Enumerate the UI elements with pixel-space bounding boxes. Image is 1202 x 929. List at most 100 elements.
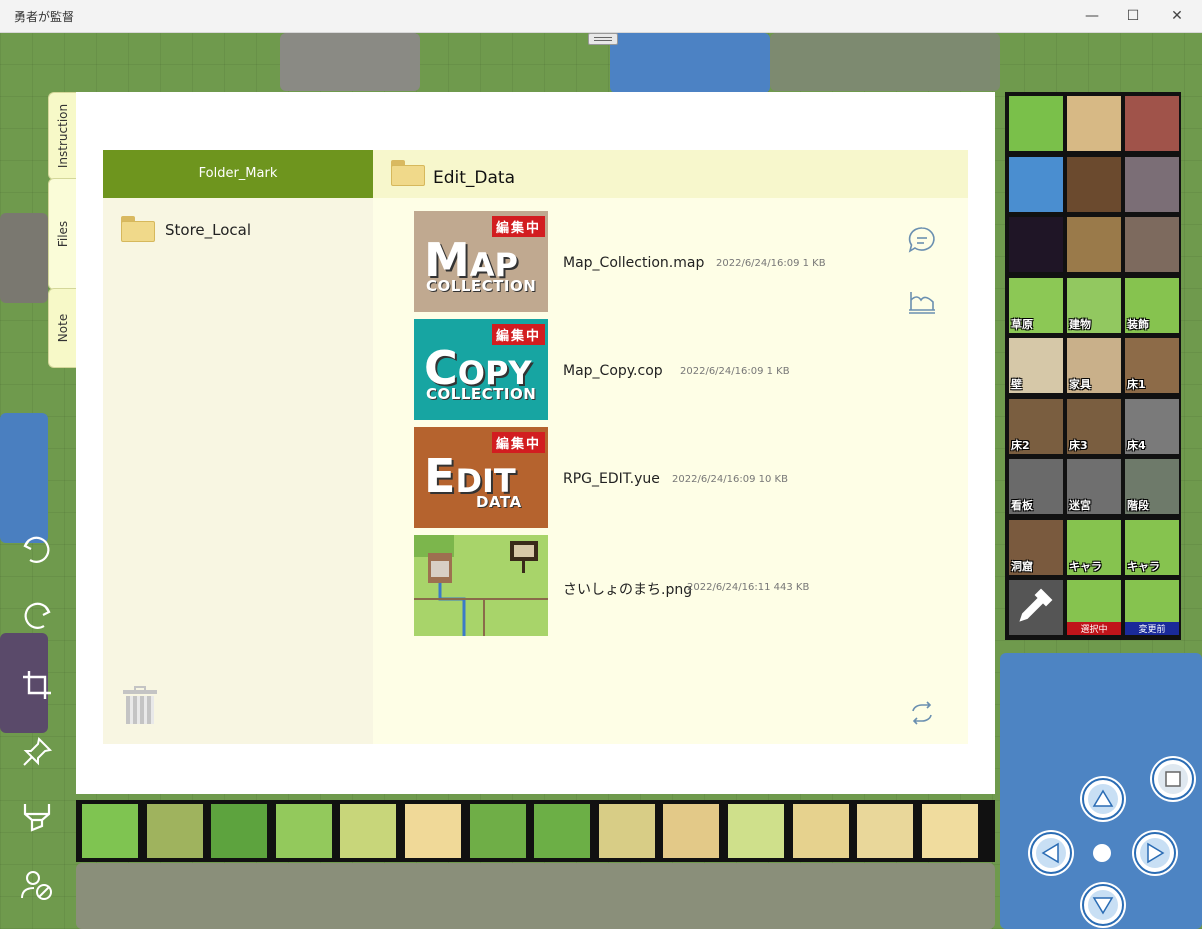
refresh-icon[interactable] bbox=[907, 698, 937, 728]
strip-tile[interactable] bbox=[663, 804, 720, 858]
maximize-button[interactable]: ☐ bbox=[1111, 4, 1155, 28]
strip-tile[interactable] bbox=[792, 804, 849, 858]
palette-tile-label: 洞窟 bbox=[1011, 559, 1033, 573]
pin-icon[interactable] bbox=[20, 735, 54, 769]
center-dot-icon[interactable] bbox=[1093, 844, 1111, 862]
palette-tile[interactable]: 床1 bbox=[1125, 338, 1179, 393]
eyedropper-tool[interactable] bbox=[1009, 580, 1063, 635]
left-arrow-button[interactable] bbox=[1030, 832, 1072, 874]
tab-note[interactable]: Note bbox=[48, 288, 77, 368]
palette-tile[interactable]: キャラ bbox=[1125, 519, 1179, 575]
thumb-subtitle: DATA bbox=[476, 493, 522, 511]
palette-tile[interactable]: 床2 bbox=[1009, 398, 1063, 454]
palette-tile[interactable] bbox=[1067, 156, 1121, 212]
eyedropper-icon bbox=[1019, 588, 1053, 622]
folder-icon bbox=[121, 216, 155, 242]
drag-handle[interactable] bbox=[588, 33, 618, 45]
palette-tile-label: 家具 bbox=[1069, 378, 1091, 391]
palette-tile-label: 階段 bbox=[1127, 499, 1149, 512]
strip-tile[interactable] bbox=[598, 804, 655, 858]
folder-mark-header[interactable]: Folder_Mark bbox=[103, 150, 373, 198]
file-name: Map_Copy.cop bbox=[563, 363, 663, 379]
palette-tile-label: 装飾 bbox=[1127, 317, 1149, 331]
palette-tile[interactable]: 看板 bbox=[1009, 459, 1063, 514]
stop-icon bbox=[1165, 771, 1181, 787]
palette-tile[interactable] bbox=[1125, 96, 1179, 151]
trash-icon[interactable] bbox=[123, 686, 157, 726]
tab-files[interactable]: Files bbox=[48, 178, 77, 290]
palette-tile-label: 床4 bbox=[1127, 438, 1146, 452]
undo-icon[interactable] bbox=[20, 532, 54, 566]
palette-tile-label: 床2 bbox=[1011, 438, 1030, 452]
title-bar: 勇者が監督 — ☐ ✕ bbox=[0, 0, 1202, 33]
close-button[interactable]: ✕ bbox=[1155, 4, 1199, 28]
file-browser-panel: Folder_Mark Store_Local Edit_Data 編集中 MA… bbox=[76, 92, 995, 794]
strip-tile[interactable] bbox=[857, 804, 914, 858]
tab-files-label: Files bbox=[56, 220, 70, 248]
file-meta: 2022/6/24/16:09 1 KB bbox=[680, 366, 790, 377]
user-block-icon[interactable] bbox=[20, 868, 54, 902]
palette-tile[interactable] bbox=[1067, 217, 1121, 272]
palette-tile[interactable]: 草原 bbox=[1009, 277, 1063, 333]
palette-tile[interactable]: 床4 bbox=[1125, 398, 1179, 454]
file-name: さいしょのまち.png bbox=[563, 582, 693, 598]
palette-tile[interactable]: 床3 bbox=[1067, 398, 1121, 454]
strip-tile[interactable] bbox=[534, 804, 591, 858]
strip-tile[interactable] bbox=[82, 804, 138, 858]
down-arrow-button[interactable] bbox=[1082, 884, 1124, 926]
palette-tile[interactable] bbox=[1009, 96, 1063, 151]
map-copy-thumbnail: 編集中 COPY COLLECTION bbox=[414, 319, 548, 420]
palette-tile-label: 壁 bbox=[1011, 378, 1022, 391]
folder-column: Folder_Mark Store_Local bbox=[103, 150, 373, 744]
file-meta: 2022/6/24/16:11 443 KB bbox=[687, 582, 810, 593]
strip-tile[interactable] bbox=[469, 804, 526, 858]
chat-icon[interactable] bbox=[907, 225, 937, 255]
palette-tile[interactable]: 建物 bbox=[1067, 277, 1121, 333]
scene-icon[interactable] bbox=[907, 286, 937, 316]
strip-tile[interactable] bbox=[275, 804, 332, 858]
palette-tile-label: 建物 bbox=[1069, 317, 1091, 331]
palette-tile[interactable]: 洞窟 bbox=[1009, 519, 1063, 575]
strip-tile[interactable] bbox=[405, 804, 461, 858]
palette-tile[interactable] bbox=[1009, 156, 1063, 212]
palette-tile[interactable]: 変更前 bbox=[1125, 580, 1179, 635]
strip-tile[interactable] bbox=[211, 804, 268, 858]
strip-tile[interactable] bbox=[921, 804, 978, 858]
right-arrow-button[interactable] bbox=[1134, 832, 1176, 874]
stop-button[interactable] bbox=[1152, 758, 1194, 800]
palette-tile[interactable]: 階段 bbox=[1125, 459, 1179, 514]
highlighter-icon[interactable] bbox=[20, 800, 54, 834]
palette-tile[interactable]: 家具 bbox=[1067, 338, 1121, 393]
folder-icon bbox=[391, 160, 425, 186]
palette-tile-label: 迷宮 bbox=[1069, 499, 1091, 512]
file-row[interactable]: さいしょのまち.png 2022/6/24/16:11 443 KB bbox=[414, 535, 934, 637]
thumb-initial: E bbox=[424, 449, 456, 503]
palette-tile[interactable]: 選択中 bbox=[1067, 580, 1121, 635]
palette-tile[interactable] bbox=[1125, 156, 1179, 212]
palette-tile[interactable]: 迷宮 bbox=[1067, 459, 1121, 514]
up-arrow-button[interactable] bbox=[1082, 778, 1124, 820]
palette-tile[interactable]: キャラ bbox=[1067, 519, 1121, 575]
minimize-button[interactable]: — bbox=[1070, 4, 1114, 28]
strip-tile[interactable] bbox=[146, 804, 203, 858]
tab-instruction[interactable]: Instruction bbox=[48, 92, 77, 180]
file-list-column: Edit_Data 編集中 MAP COLLECTION Map_Collect… bbox=[373, 150, 968, 744]
strip-tile[interactable] bbox=[340, 804, 397, 858]
strip-tile[interactable] bbox=[728, 804, 784, 858]
palette-tile-label: 床3 bbox=[1069, 438, 1088, 452]
file-name: RPG_EDIT.yue bbox=[563, 471, 660, 487]
current-folder-title: Edit_Data bbox=[433, 168, 516, 188]
palette-tile[interactable]: 装飾 bbox=[1125, 277, 1179, 333]
file-row[interactable]: 編集中 COPY COLLECTION Map_Copy.cop 2022/6/… bbox=[414, 319, 934, 421]
crop-icon[interactable] bbox=[20, 668, 54, 702]
tile-strip[interactable] bbox=[76, 800, 995, 862]
palette-tile[interactable] bbox=[1125, 217, 1179, 272]
file-row[interactable]: 編集中 EDIT DATA RPG_EDIT.yue 2022/6/24/16:… bbox=[414, 427, 934, 529]
file-row[interactable]: 編集中 MAP COLLECTION Map_Collection.map 20… bbox=[414, 211, 934, 313]
folder-label: Store_Local bbox=[165, 221, 252, 239]
redo-icon[interactable] bbox=[20, 598, 54, 632]
palette-tile[interactable]: 壁 bbox=[1009, 338, 1063, 393]
palette-tile-label: キャラ bbox=[1127, 559, 1160, 573]
palette-tile[interactable] bbox=[1067, 96, 1121, 151]
palette-tile[interactable] bbox=[1009, 217, 1063, 272]
